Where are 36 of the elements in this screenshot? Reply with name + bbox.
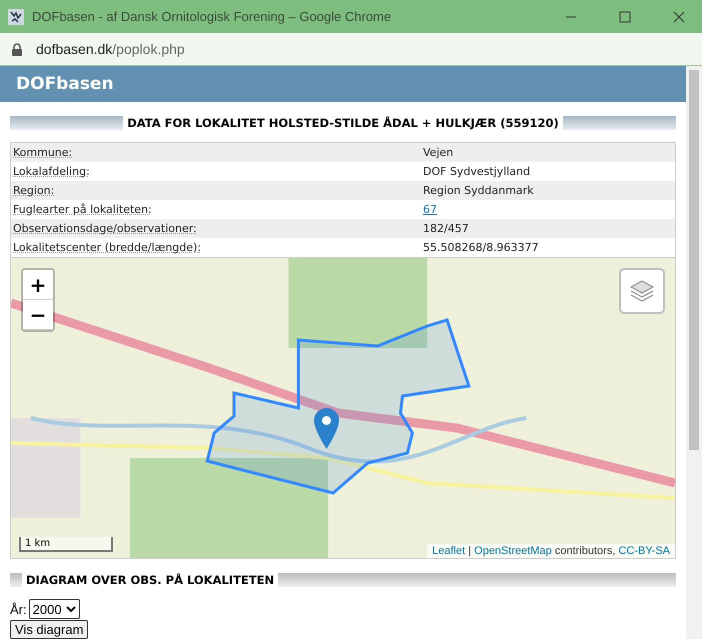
app-logo-icon xyxy=(8,8,24,24)
close-icon xyxy=(673,10,685,22)
info-value: 182/457 xyxy=(423,222,470,235)
attribution-text: contributors, xyxy=(554,545,616,557)
info-label: Lokalafdeling: xyxy=(13,165,91,178)
species-count-link[interactable]: 67 xyxy=(423,203,675,216)
info-value: 55.508268/8.963377 xyxy=(423,241,540,254)
section-title: DATA FOR LOKALITET HOLSTED-STILDE ÅDAL + HULKJÆR (559120) xyxy=(123,116,563,130)
info-label: Observationsdage/observationer: xyxy=(13,222,198,235)
info-value: Region Syddanmark xyxy=(423,184,535,197)
info-label: Lokalitetscenter (bredde/længde): xyxy=(13,241,202,254)
info-value: DOF Sydvestjylland xyxy=(423,165,532,178)
attribution-link[interactable]: CC-BY-SA xyxy=(618,545,670,557)
info-label: Kommune: xyxy=(13,146,74,159)
maximize-icon xyxy=(619,10,631,22)
dropdown-caret-icon xyxy=(66,606,76,612)
zoom-in-button[interactable]: + xyxy=(23,270,53,300)
section-title: DIAGRAM OVER OBS. PÅ LOKALITETEN xyxy=(22,573,278,587)
info-value: Vejen xyxy=(423,146,454,159)
map-scale: 1 km xyxy=(19,537,113,552)
info-label: Region: xyxy=(13,184,56,197)
attribution-text: | xyxy=(467,545,472,557)
lock-icon xyxy=(12,42,22,56)
layers-button[interactable] xyxy=(619,268,665,314)
info-label: Fuglearter på lokaliteten: xyxy=(13,203,153,216)
site-title: DOFbasen xyxy=(16,74,114,94)
show-diagram-button[interactable]: Vis diagram xyxy=(10,620,88,639)
address-url: dofbasen.dk/poplok.php xyxy=(36,41,185,57)
year-label: År: xyxy=(10,602,27,616)
zoom-out-button[interactable]: − xyxy=(23,300,53,330)
layers-icon xyxy=(629,278,655,304)
map-marker-icon xyxy=(314,408,339,449)
window-title: DOFbasen - af Dansk Ornitologisk Forening – Google Chrome xyxy=(32,9,392,24)
attribution-link[interactable]: OpenStreetMap xyxy=(474,545,552,557)
year-select[interactable]: 2000 xyxy=(28,599,80,619)
attribution-link[interactable]: Leaflet xyxy=(432,545,466,557)
